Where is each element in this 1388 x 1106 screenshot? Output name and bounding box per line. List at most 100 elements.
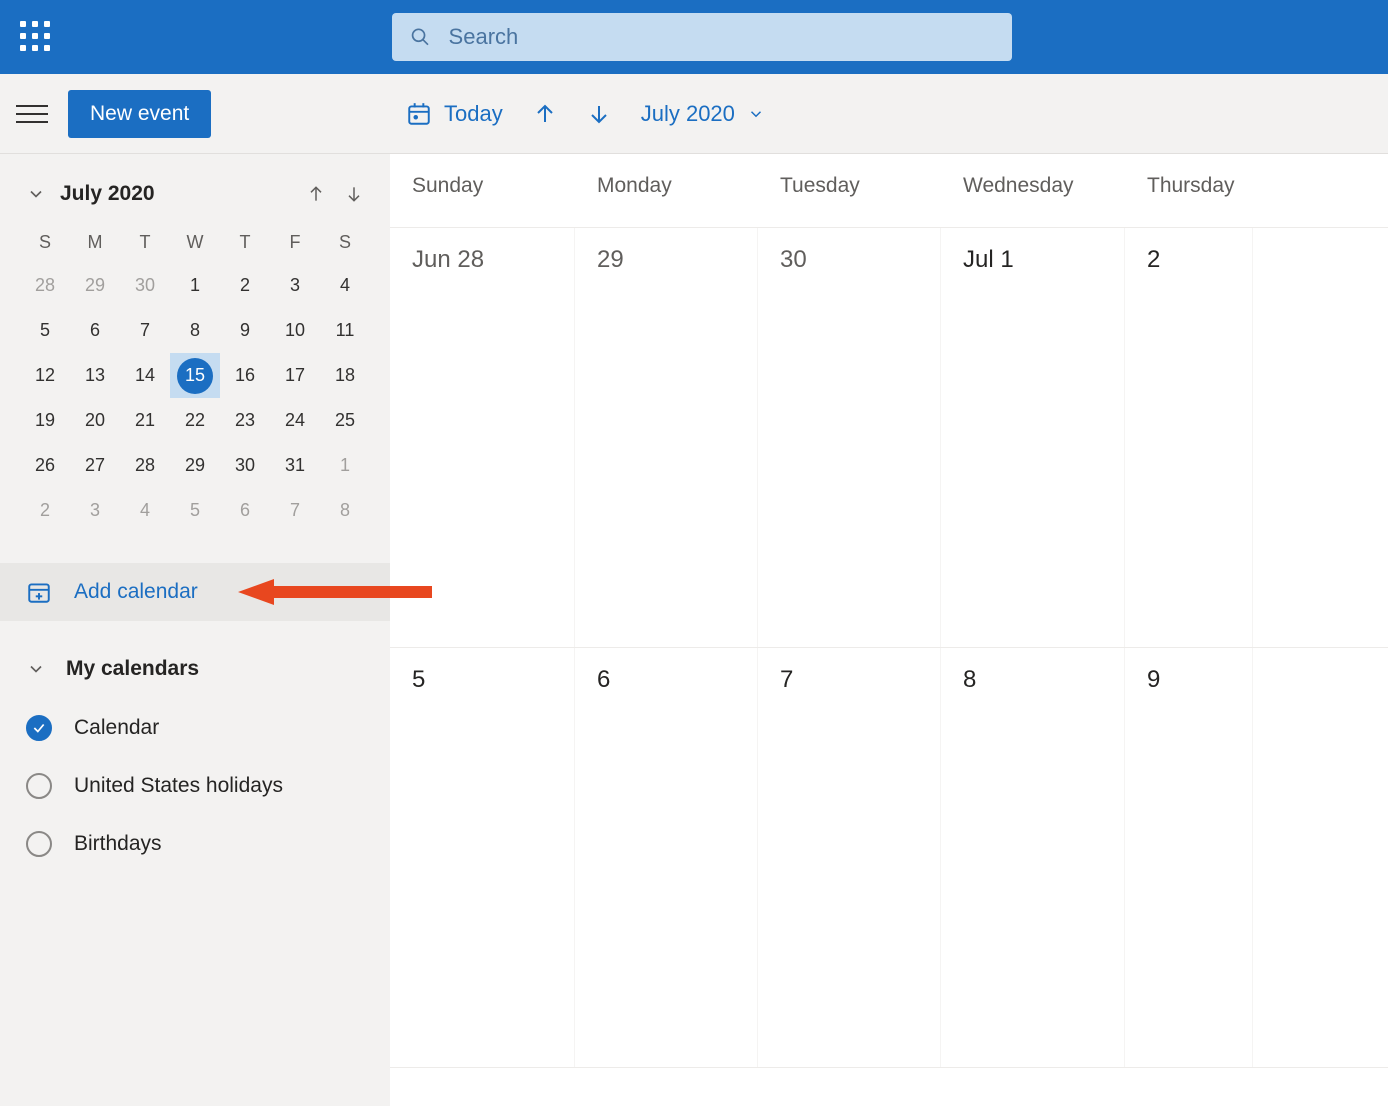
mini-day-cell[interactable]: 3	[270, 263, 320, 308]
arrow-up-icon[interactable]	[306, 184, 326, 204]
mini-day-cell[interactable]: 10	[270, 308, 320, 353]
calendar-day-cell[interactable]: 9	[1125, 648, 1253, 1067]
mini-day-cell[interactable]: 20	[70, 398, 120, 443]
today-button[interactable]: Today	[406, 101, 503, 127]
calendar-label: Calendar	[74, 716, 159, 740]
mini-day-cell[interactable]: 6	[220, 488, 270, 533]
mini-calendar-header: July 2020	[20, 182, 370, 206]
search-box[interactable]	[392, 13, 1012, 61]
next-period-button[interactable]	[587, 102, 611, 126]
mini-day-cell[interactable]: 14	[120, 353, 170, 398]
calendar-label: Birthdays	[74, 832, 162, 856]
calendar-list-item[interactable]: United States holidays	[20, 757, 370, 815]
mini-day-cell[interactable]: 21	[120, 398, 170, 443]
calendar-day-cell[interactable]: 2	[1125, 228, 1253, 647]
weekday-label: Sunday	[390, 154, 575, 227]
calendar-day-cell[interactable]: 8	[941, 648, 1125, 1067]
calendar-today-icon	[406, 101, 432, 127]
mini-day-cell[interactable]: 16	[220, 353, 270, 398]
mini-day-cell[interactable]: 8	[170, 308, 220, 353]
mini-day-cell[interactable]: 7	[270, 488, 320, 533]
mini-day-head: S	[320, 222, 370, 263]
calendar-label: United States holidays	[74, 774, 283, 798]
menu-toggle-icon[interactable]	[16, 98, 48, 130]
calendar-day-cell[interactable]: 5	[390, 648, 575, 1067]
mini-day-cell[interactable]: 13	[70, 353, 120, 398]
mini-day-cell[interactable]: 25	[320, 398, 370, 443]
mini-day-cell[interactable]: 26	[20, 443, 70, 488]
add-calendar-label: Add calendar	[74, 580, 198, 604]
chevron-down-icon	[26, 659, 46, 679]
annotation-arrow	[238, 579, 432, 605]
mini-day-cell[interactable]: 12	[20, 353, 70, 398]
calendar-checkbox[interactable]	[26, 831, 52, 857]
calendar-day-cell[interactable]: 6	[575, 648, 758, 1067]
mini-day-cell[interactable]: 4	[320, 263, 370, 308]
mini-day-cell[interactable]: 4	[120, 488, 170, 533]
mini-day-cell[interactable]: 27	[70, 443, 120, 488]
mini-day-head: T	[120, 222, 170, 263]
search-input[interactable]	[449, 24, 994, 50]
my-calendars-toggle[interactable]: My calendars	[20, 657, 370, 681]
calendar-list-item[interactable]: Birthdays	[20, 815, 370, 873]
mini-day-cell[interactable]: 2	[220, 263, 270, 308]
calendar-list: Calendar United States holidays Birthdays	[20, 699, 370, 873]
mini-day-cell[interactable]: 1	[170, 263, 220, 308]
mini-day-cell[interactable]: 9	[220, 308, 270, 353]
mini-calendar-grid: SMTWTFS282930123456789101112131415161718…	[20, 222, 370, 533]
mini-day-cell[interactable]: 15	[170, 353, 220, 398]
weekday-label: Monday	[575, 154, 758, 227]
add-calendar-button[interactable]: Add calendar	[0, 563, 390, 621]
mini-day-cell[interactable]: 7	[120, 308, 170, 353]
app-launcher-icon[interactable]	[16, 17, 56, 57]
calendar-day-cell[interactable]: 29	[575, 228, 758, 647]
weekday-label: Wednesday	[941, 154, 1125, 227]
search-icon	[410, 26, 431, 48]
mini-day-cell[interactable]: 29	[170, 443, 220, 488]
chevron-down-icon	[747, 105, 765, 123]
mini-day-cell[interactable]: 2	[20, 488, 70, 533]
prev-period-button[interactable]	[533, 102, 557, 126]
new-event-button[interactable]: New event	[68, 90, 211, 138]
mini-day-cell[interactable]: 28	[120, 443, 170, 488]
month-label: July 2020	[641, 101, 735, 127]
mini-day-cell[interactable]: 24	[270, 398, 320, 443]
mini-day-cell[interactable]: 5	[20, 308, 70, 353]
mini-day-cell[interactable]: 1	[320, 443, 370, 488]
mini-day-cell[interactable]: 22	[170, 398, 220, 443]
mini-day-cell[interactable]: 3	[70, 488, 120, 533]
mini-day-cell[interactable]: 29	[70, 263, 120, 308]
calendar-add-icon	[26, 579, 52, 605]
mini-day-cell[interactable]: 8	[320, 488, 370, 533]
mini-day-cell[interactable]: 23	[220, 398, 270, 443]
mini-day-cell[interactable]: 30	[120, 263, 170, 308]
calendar-day-cell[interactable]: 7	[758, 648, 941, 1067]
mini-day-head: T	[220, 222, 270, 263]
mini-day-cell[interactable]: 18	[320, 353, 370, 398]
mini-day-cell[interactable]: 30	[220, 443, 270, 488]
calendar-grid: SundayMondayTuesdayWednesdayThursday Jun…	[390, 154, 1388, 1106]
mini-day-cell[interactable]: 11	[320, 308, 370, 353]
arrow-up-icon	[533, 102, 557, 126]
calendar-day-cell[interactable]: 30	[758, 228, 941, 647]
mini-calendar-title: July 2020	[60, 182, 155, 206]
calendar-checkbox[interactable]	[26, 773, 52, 799]
mini-day-cell[interactable]: 17	[270, 353, 320, 398]
chevron-down-icon[interactable]	[26, 184, 46, 204]
mini-day-cell[interactable]: 31	[270, 443, 320, 488]
calendar-day-cell[interactable]: Jul 1	[941, 228, 1125, 647]
arrow-down-icon[interactable]	[344, 184, 364, 204]
month-selector[interactable]: July 2020	[641, 101, 765, 127]
mini-day-cell[interactable]: 6	[70, 308, 120, 353]
calendar-list-item[interactable]: Calendar	[20, 699, 370, 757]
weekday-header: SundayMondayTuesdayWednesdayThursday	[390, 154, 1388, 228]
mini-day-head: W	[170, 222, 220, 263]
my-calendars-title: My calendars	[66, 657, 199, 681]
mini-day-cell[interactable]: 28	[20, 263, 70, 308]
app-header	[0, 0, 1388, 74]
sidebar: July 2020 SMTWTFS28293012345678910111213…	[0, 154, 390, 1106]
mini-day-cell[interactable]: 19	[20, 398, 70, 443]
calendar-checkbox[interactable]	[26, 715, 52, 741]
mini-day-cell[interactable]: 5	[170, 488, 220, 533]
calendar-week-row: 56789	[390, 648, 1388, 1068]
